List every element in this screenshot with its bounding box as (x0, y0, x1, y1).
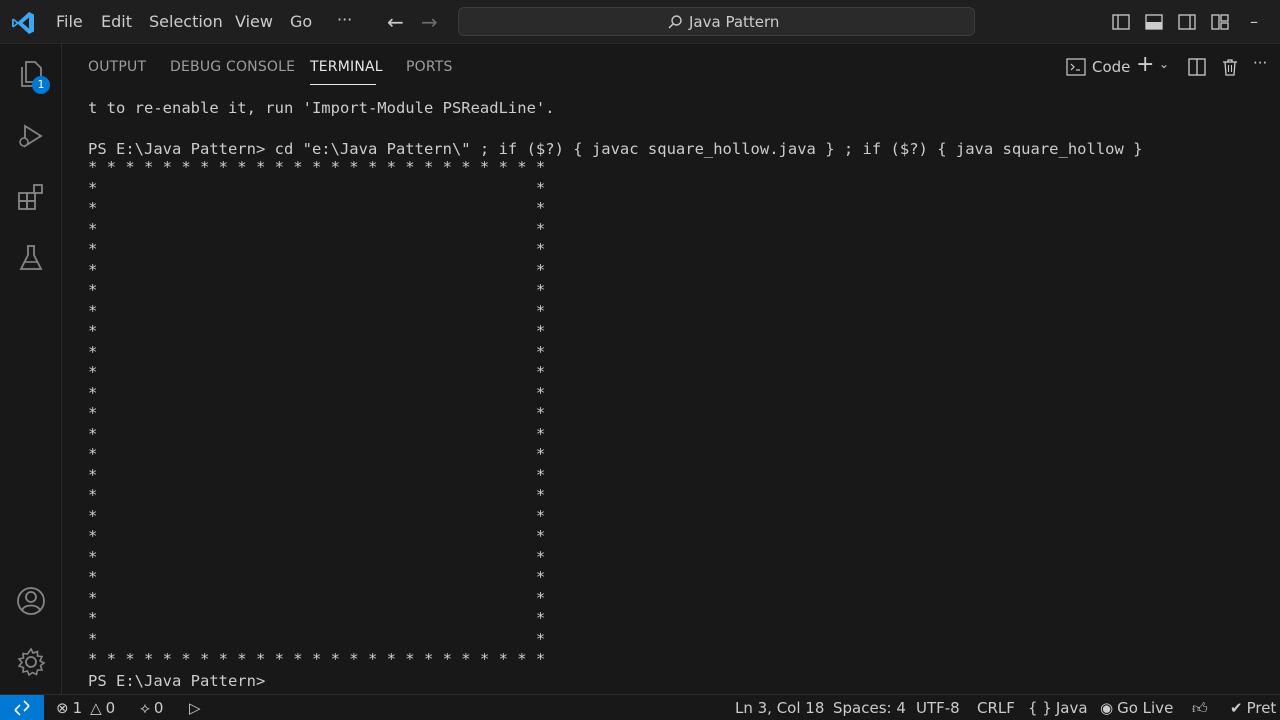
pattern-row: * * (88, 199, 546, 217)
terminal-icon (1066, 58, 1086, 76)
problems-indicator[interactable]: ⊗ 1 △ 0 (56, 699, 115, 717)
menu-go[interactable]: Go (290, 12, 312, 31)
pattern-row: * * (88, 486, 546, 504)
activity-bar: 1 (0, 44, 62, 694)
braces-icon: { } (1028, 699, 1052, 717)
cursor-position[interactable]: Ln 3, Col 18 (735, 699, 824, 717)
pattern-row: * * (88, 240, 546, 258)
pattern-row: * * (88, 281, 546, 299)
broadcast-icon: ⟡ (140, 699, 150, 717)
tab-output[interactable]: OUTPUT (88, 59, 146, 75)
explorer-badge: 1 (32, 76, 50, 94)
customize-layout-icon[interactable] (1210, 12, 1230, 32)
pattern-row: * * (88, 404, 546, 422)
terminal-selector[interactable]: Code (1066, 58, 1130, 76)
pattern-row: * * (88, 609, 546, 627)
more-actions-icon[interactable]: ··· (1253, 54, 1267, 72)
pattern-row: * * (88, 260, 546, 279)
new-terminal-plus-icon[interactable]: + (1136, 52, 1154, 77)
pattern-row: * * (88, 219, 546, 238)
pattern-row: * * (88, 506, 546, 525)
prettier-label: Pret (1246, 699, 1277, 717)
language-mode[interactable]: { } Java (1028, 699, 1088, 717)
tab-terminal[interactable]: TERMINAL (310, 59, 383, 75)
menu-selection[interactable]: Selection (149, 12, 223, 31)
pattern-row: * * (88, 527, 546, 545)
pattern-row: * * (88, 445, 546, 463)
pattern-row: * * * * * * * * * * * * * * * * * * * * … (88, 158, 546, 176)
extensions-icon[interactable] (15, 181, 47, 213)
pattern-row: * * (88, 629, 546, 648)
error-count: 1 (72, 699, 83, 717)
double-check-icon: ✔ (1230, 699, 1243, 717)
pattern-row: * * (88, 465, 546, 484)
debug-launch-icon[interactable]: ▷ (189, 699, 201, 717)
pattern-row: * * (88, 383, 546, 402)
go-live-label: Go Live (1117, 699, 1174, 717)
tab-debug-console[interactable]: DEBUG CONSOLE (170, 59, 295, 75)
command-center-search[interactable]: Java Pattern (458, 7, 975, 36)
kill-terminal-trash-icon[interactable] (1220, 57, 1240, 77)
search-label: Java Pattern (689, 13, 780, 31)
toggle-primary-sidebar-icon[interactable] (1111, 12, 1131, 32)
toggle-secondary-sidebar-icon[interactable] (1177, 12, 1197, 32)
pattern-row: * * (88, 322, 546, 340)
pattern-row: * * (88, 301, 546, 320)
encoding[interactable]: UTF-8 (916, 699, 960, 717)
ports-indicator[interactable]: ⟡ 0 (140, 699, 163, 717)
split-terminal-icon[interactable] (1187, 57, 1207, 77)
title-bar: File Edit Selection View Go ··· ← → Java… (0, 0, 1280, 44)
ports-count: 0 (153, 699, 164, 717)
menu-file[interactable]: File (56, 12, 83, 31)
terminal-name: Code (1092, 58, 1131, 76)
menu-edit[interactable]: Edit (101, 12, 132, 31)
terminal-line: PS E:\Java Pattern> (88, 672, 266, 690)
accounts-icon[interactable] (15, 585, 47, 617)
pattern-row: * * (88, 547, 546, 566)
minimize-icon[interactable]: – (1250, 12, 1258, 31)
testing-flask-icon[interactable] (15, 242, 47, 274)
forward-arrow-icon[interactable]: → (421, 10, 438, 34)
panel-header: OUTPUT DEBUG CONSOLE TERMINAL PORTS Code… (62, 44, 1280, 88)
status-bar: ⊗ 1 △ 0 ⟡ 0 ▷ Ln 3, Col 18 Spaces: 4 UTF… (0, 694, 1280, 720)
menu-more[interactable]: ··· (337, 10, 352, 29)
run-and-debug-icon[interactable] (15, 120, 47, 152)
active-tab-indicator (310, 84, 376, 85)
manage-gear-icon[interactable] (15, 646, 47, 678)
back-arrow-icon[interactable]: ← (387, 10, 404, 34)
pattern-row: * * (88, 363, 546, 381)
go-live-button[interactable]: ◉ Go Live (1100, 699, 1173, 717)
toggle-panel-icon[interactable] (1144, 12, 1164, 32)
pattern-row: * * (88, 568, 546, 586)
broadcast-icon: ◉ (1100, 699, 1114, 717)
vscode-logo-icon (12, 12, 34, 34)
pattern-row: * * * * * * * * * * * * * * * * * * * * … (88, 650, 546, 668)
terminal-output[interactable]: t to re-enable it, run 'Import-Module PS… (62, 88, 1280, 694)
terminal-line: PS E:\Java Pattern> cd "e:\Java Pattern\… (88, 140, 1143, 158)
pattern-row: * * (88, 178, 546, 197)
feedback-thumbs-icon[interactable]: 👍︎ (1192, 699, 1208, 718)
terminal-line: t to re-enable it, run 'Import-Module PS… (88, 99, 555, 117)
pattern-row: * * (88, 588, 546, 607)
tab-ports[interactable]: PORTS (406, 59, 453, 75)
line-ending[interactable]: CRLF (977, 699, 1015, 717)
prettier-indicator[interactable]: ✔ Pret (1230, 699, 1276, 717)
error-icon: ⊗ (56, 699, 69, 717)
remote-indicator[interactable] (0, 695, 44, 720)
indentation[interactable]: Spaces: 4 (833, 699, 906, 717)
warning-icon: △ (90, 699, 102, 717)
pattern-row: * * (88, 342, 546, 361)
menu-view[interactable]: View (235, 12, 273, 31)
remote-icon (14, 700, 30, 716)
warning-count: 0 (105, 699, 116, 717)
search-icon (668, 15, 682, 29)
chevron-down-icon[interactable]: ⌄ (1159, 57, 1169, 71)
language-label: Java (1055, 699, 1088, 717)
pattern-row: * * (88, 424, 546, 443)
